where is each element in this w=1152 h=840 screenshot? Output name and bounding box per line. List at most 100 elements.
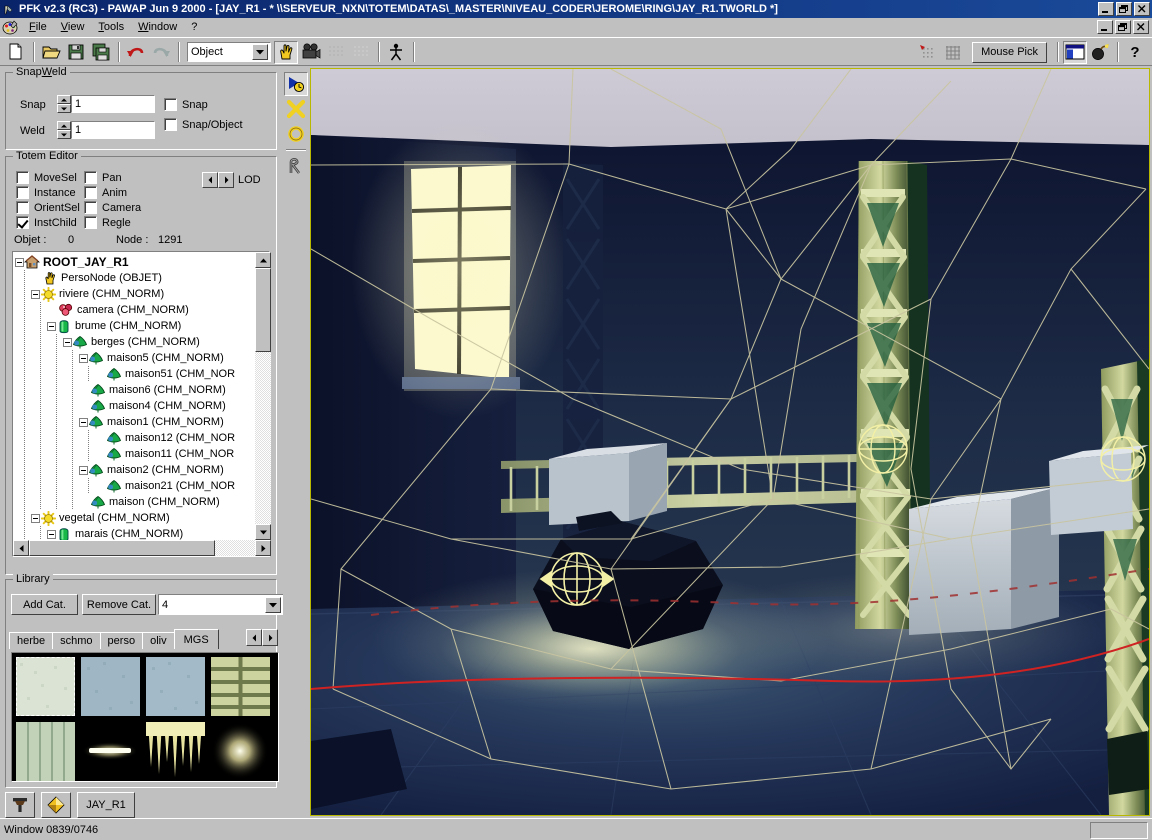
tree-expander-minus-icon[interactable] [79, 465, 88, 475]
rotate-r-icon[interactable] [284, 154, 308, 178]
check-orientsel-row[interactable]: OrientSel [16, 201, 80, 214]
tab-scroll-buttons[interactable] [246, 629, 278, 646]
tree-node[interactable]: maison4 (CHM_NORM) [15, 398, 253, 414]
texture-swatch-radial-light-blob[interactable] [211, 722, 270, 781]
grid-red-point-icon[interactable] [916, 41, 940, 64]
texture-swatch-pale-green-noise[interactable] [16, 657, 75, 716]
tree-node[interactable]: maison12 (CHM_NOR [15, 430, 253, 446]
tree-node[interactable]: maison5 (CHM_NORM) [15, 350, 253, 366]
skeleton-icon[interactable] [384, 41, 408, 64]
lod-spinner[interactable] [202, 172, 234, 188]
undo-icon[interactable] [124, 41, 148, 64]
library-tabs[interactable]: herbe schmo perso oliv MGS [9, 627, 219, 649]
add-cat-button[interactable]: Add Cat. [11, 594, 78, 615]
tree-node[interactable]: brume (CHM_NORM) [15, 318, 253, 334]
tree-expander-minus-icon[interactable] [31, 513, 40, 523]
snap-spin-buttons[interactable] [57, 95, 71, 113]
mdi-restore-button[interactable] [1115, 20, 1131, 34]
snap-checkbox[interactable] [164, 98, 177, 111]
tree-node[interactable]: maison1 (CHM_NORM) [15, 414, 253, 430]
tree-node[interactable]: maison6 (CHM_NORM) [15, 382, 253, 398]
open-folder-icon[interactable] [39, 41, 63, 64]
tree-scroll-left-button[interactable] [13, 540, 29, 556]
check-anim[interactable] [84, 186, 97, 199]
redo-icon[interactable] [149, 41, 173, 64]
check-orientsel[interactable] [16, 201, 29, 214]
remove-cat-button[interactable]: Remove Cat. [82, 594, 156, 615]
tree-node[interactable]: vegetal (CHM_NORM) [15, 510, 253, 526]
check-instchild[interactable] [16, 216, 29, 229]
scene-tree[interactable]: ROOT_JAY_R1 PersoNode (OBJET) riviere (CHM… [12, 251, 270, 557]
library-tab-perso[interactable]: perso [99, 632, 144, 649]
weld-spinner[interactable]: 1 [57, 121, 155, 139]
tree-node[interactable]: berges (CHM_NORM) [15, 334, 253, 350]
tree-hscroll-thumb[interactable] [29, 540, 215, 556]
tree-expander-minus-icon[interactable] [31, 289, 40, 299]
minimize-button[interactable] [1098, 2, 1114, 16]
tree-hscrollbar[interactable] [13, 540, 271, 556]
check-instance-row[interactable]: Instance [16, 186, 76, 199]
tree-expander-minus-icon[interactable] [79, 417, 88, 427]
check-camera-row[interactable]: Camera [84, 201, 141, 214]
tree-expander-minus-icon[interactable] [47, 321, 56, 331]
texture-swatch-green-vertical-bars[interactable] [16, 722, 75, 781]
tree-vscrollbar[interactable] [255, 252, 271, 540]
tree-node[interactable]: ROOT_JAY_R1 [15, 254, 253, 270]
chevron-down-icon[interactable] [252, 44, 268, 60]
tree-node[interactable]: camera (CHM_NORM) [15, 302, 253, 318]
category-combo[interactable]: 4 [158, 594, 284, 615]
mdi-minimize-button[interactable] [1097, 20, 1113, 34]
library-tab-mgs[interactable]: MGS [173, 629, 219, 649]
snapobject-checkbox-row[interactable]: Snap/Object [164, 118, 243, 131]
menu-window[interactable]: Window [131, 19, 184, 35]
weld-spin-buttons[interactable] [57, 121, 71, 139]
lod-prev-button[interactable] [202, 172, 218, 188]
tree-node[interactable]: maison2 (CHM_NORM) [15, 462, 253, 478]
texture-swatch-yellow-spikes[interactable] [146, 722, 205, 781]
tree-expander-minus-icon[interactable] [63, 337, 72, 347]
points-grid-icon[interactable] [349, 41, 373, 64]
bomb-icon[interactable] [1088, 41, 1112, 64]
snap-spin-up[interactable] [57, 95, 71, 104]
check-instchild-row[interactable]: InstChild [16, 216, 77, 229]
play-time-icon[interactable] [284, 72, 308, 96]
tree-scroll-down-button[interactable] [255, 524, 271, 540]
new-document-icon[interactable] [4, 41, 28, 64]
library-tab-oliv[interactable]: oliv [142, 632, 175, 649]
snapobject-checkbox[interactable] [164, 118, 177, 131]
tree-node[interactable]: PersoNode (OBJET) [15, 270, 253, 286]
check-movesel[interactable] [16, 171, 29, 184]
snap-spin-down[interactable] [57, 104, 71, 113]
check-regle-row[interactable]: Regle [84, 216, 131, 229]
tree-node[interactable]: maison (CHM_NORM) [15, 494, 253, 510]
texture-swatch-neon-bar-glow[interactable] [81, 722, 140, 781]
menu-view[interactable]: View [54, 19, 92, 35]
3d-viewport[interactable] [310, 68, 1150, 816]
snap-spinner[interactable]: 1 [57, 95, 155, 113]
library-tab-herbe[interactable]: herbe [9, 632, 54, 649]
tree-expander-minus-icon[interactable] [79, 353, 88, 363]
check-movesel-row[interactable]: MoveSel [16, 171, 77, 184]
category-chevron-down-icon[interactable] [265, 596, 281, 613]
tree-hscroll-track[interactable] [29, 540, 255, 556]
diamond-button[interactable] [41, 792, 71, 818]
palette-icon[interactable] [2, 19, 18, 35]
check-pan[interactable] [84, 171, 97, 184]
weld-spin-up[interactable] [57, 121, 71, 130]
mouse-pick-button[interactable]: Mouse Pick [972, 41, 1047, 63]
menu-file[interactable]: File [22, 19, 54, 35]
grid-icon[interactable] [941, 41, 965, 64]
tree-expander-minus-icon[interactable] [47, 529, 56, 539]
check-instance[interactable] [16, 186, 29, 199]
weld-spin-down[interactable] [57, 130, 71, 139]
lod-next-button[interactable] [218, 172, 234, 188]
texture-swatch-blue-grey-noise-1[interactable] [81, 657, 140, 716]
restore-button[interactable] [1116, 2, 1132, 16]
save-all-icon[interactable] [89, 41, 113, 64]
check-pan-row[interactable]: Pan [84, 171, 122, 184]
menu-help[interactable]: ? [184, 19, 204, 35]
cross-yellow-icon[interactable] [284, 97, 308, 121]
totem-button[interactable] [5, 792, 35, 818]
texture-swatch-blue-grey-noise-2[interactable] [146, 657, 205, 716]
tree-scroll-right-button[interactable] [255, 540, 271, 556]
